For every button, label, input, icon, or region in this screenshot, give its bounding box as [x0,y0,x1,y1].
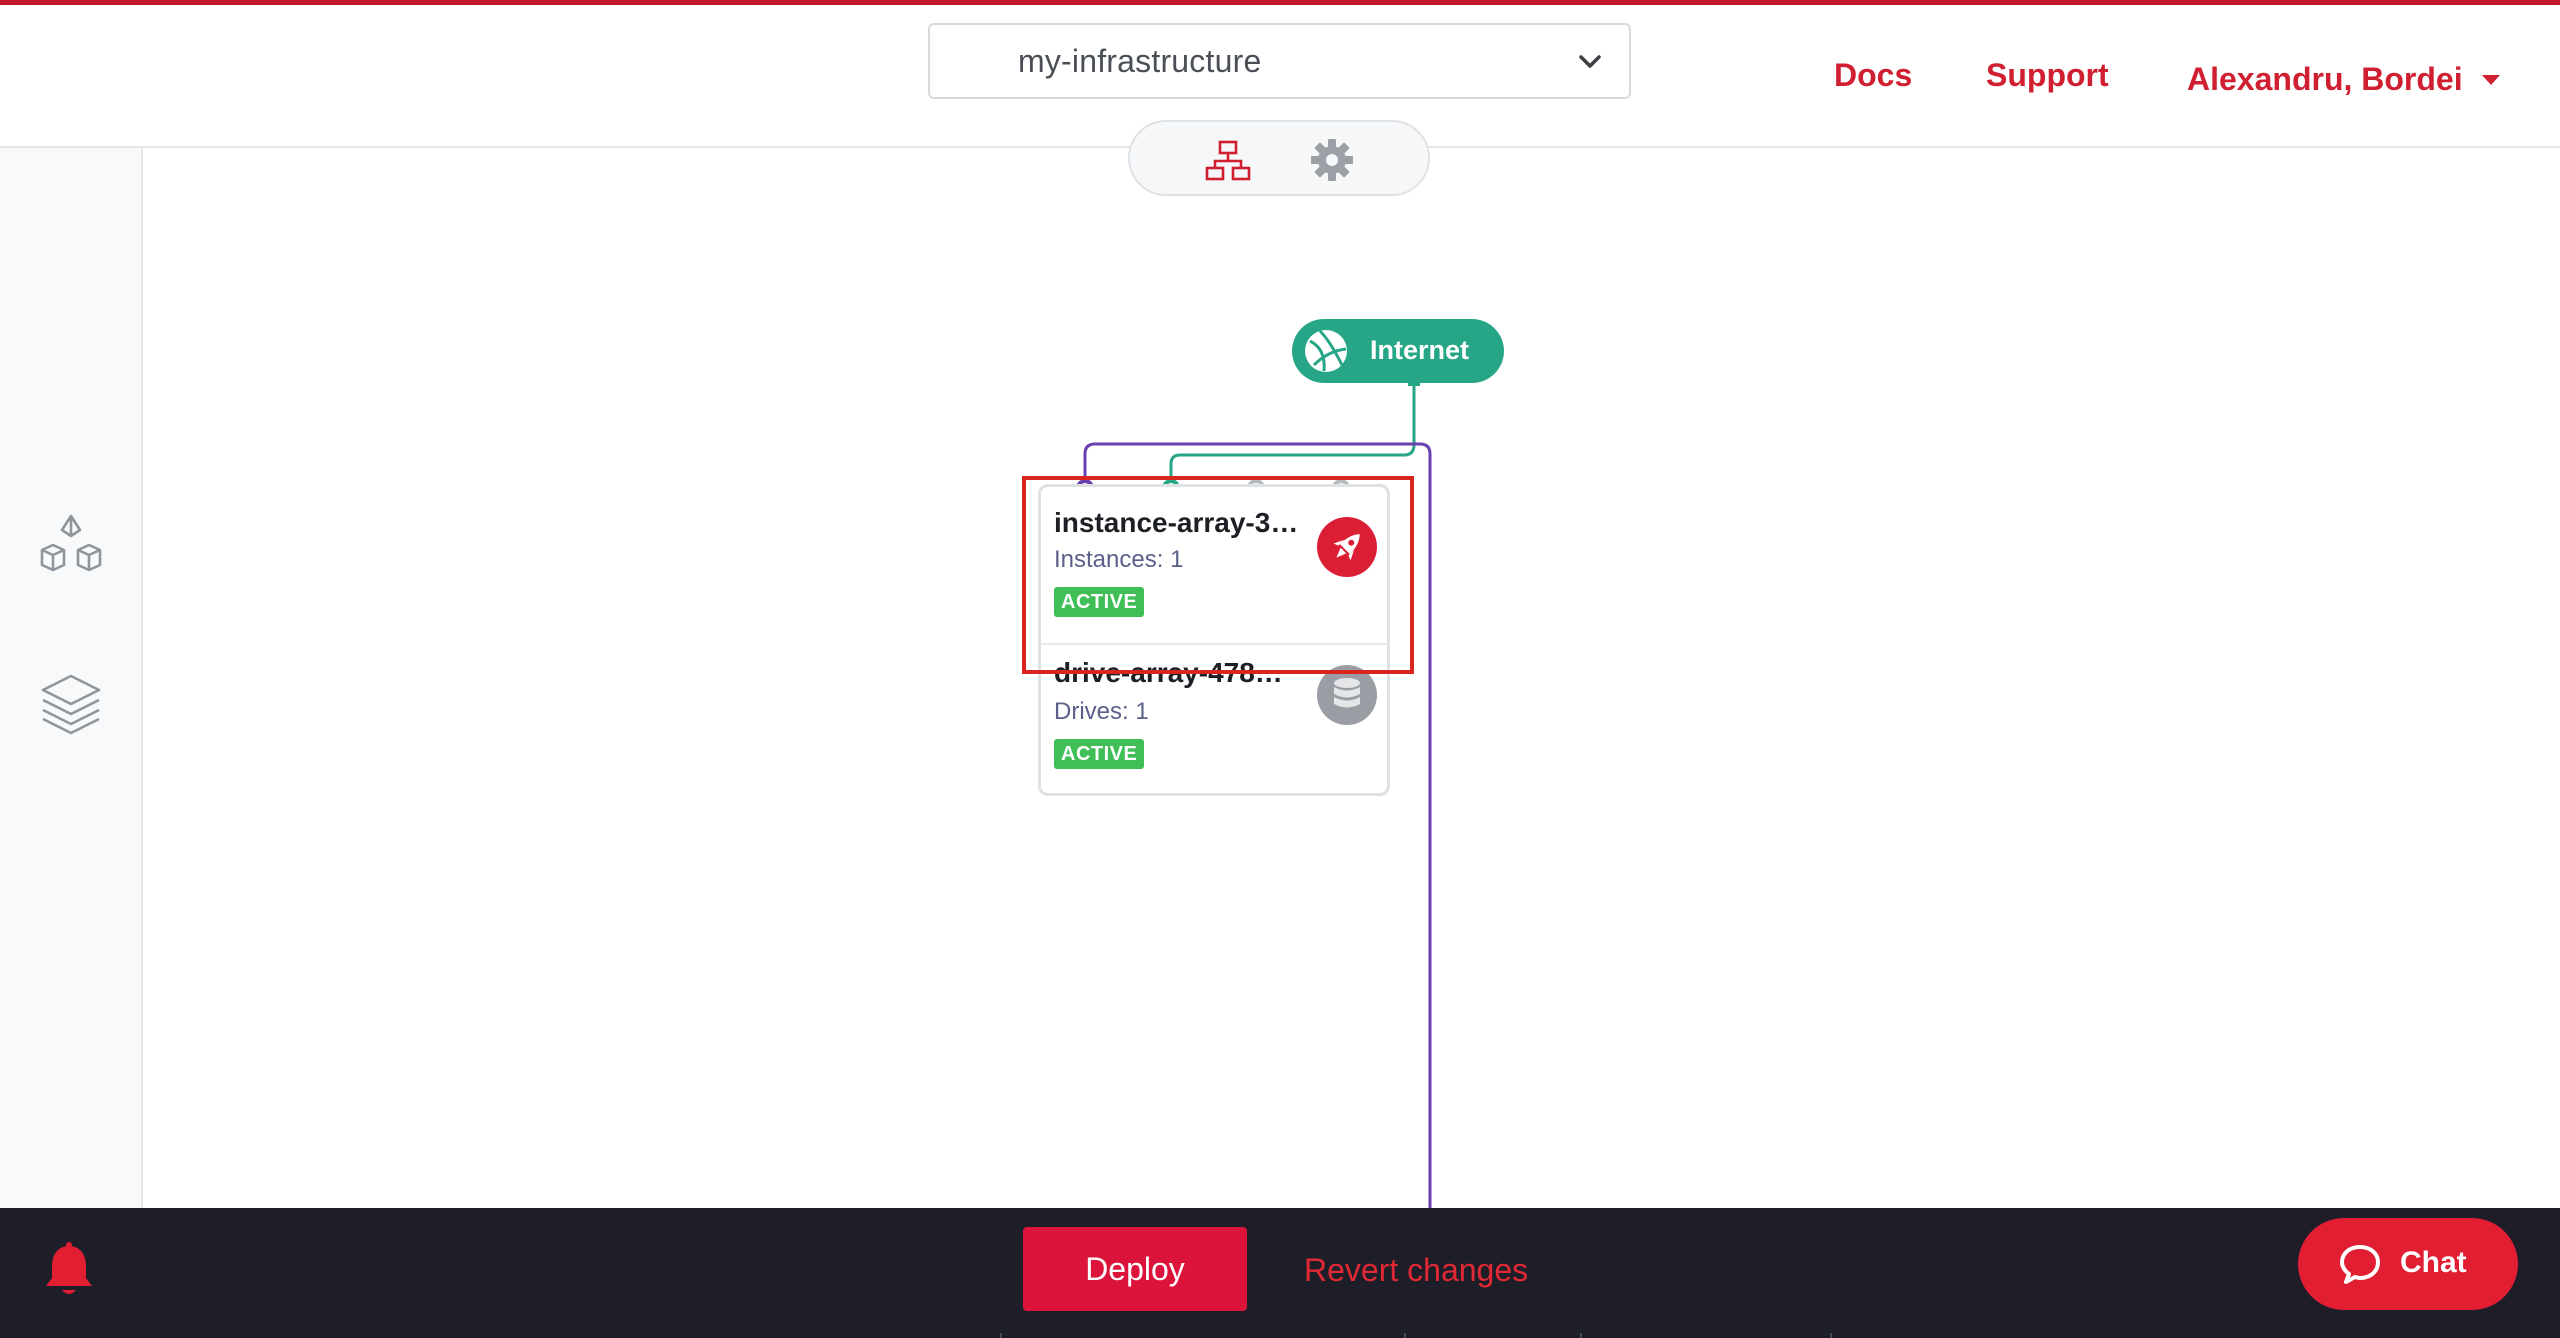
revert-changes-link[interactable]: Revert changes [1304,1252,1528,1289]
globe-icon [1305,329,1347,372]
instance-array-count: Instances: 1 [1054,546,1184,573]
footer-tick [1830,1333,1832,1338]
infrastructure-select-value: my-infrastructure [1018,42,1262,79]
chat-bubble-icon [2340,1245,2380,1284]
instance-array-section[interactable]: instance-array-3… Instances: 1 ACTIVE [1041,487,1387,643]
caret-down-icon[interactable] [2482,75,2500,85]
status-badge: ACTIVE [1054,587,1145,617]
docs-link[interactable]: Docs [1834,57,1912,94]
layers-icon[interactable] [36,668,106,738]
internet-link-line [1169,383,1416,484]
footer-tick [1580,1333,1582,1338]
database-icon[interactable] [1316,664,1378,726]
deploy-button[interactable]: Deploy [1023,1227,1247,1311]
instance-array-title: instance-array-3… [1054,507,1299,538]
internet-label: Internet [1370,335,1470,365]
app-root: my-infrastructure Docs Support Alexandru… [0,0,2560,1338]
cubes-icon[interactable] [36,510,106,580]
drive-array-title: drive-array-478… [1054,657,1283,688]
network-topology-icon[interactable] [1204,136,1252,184]
footer-bar: Deploy Revert changes Chat [0,1208,2560,1338]
rocket-icon[interactable] [1316,516,1378,578]
chat-label: Chat [2400,1246,2467,1279]
view-toggle [1128,120,1430,196]
status-badge: ACTIVE [1054,739,1145,769]
chat-button[interactable]: Chat [2298,1218,2518,1310]
support-link[interactable]: Support [1986,57,2109,94]
infrastructure-select[interactable]: my-infrastructure [928,23,1631,99]
drive-array-section[interactable]: drive-array-478… Drives: 1 ACTIVE [1041,645,1387,793]
footer-tick [1404,1333,1406,1338]
left-sidebar [0,148,143,1208]
gear-icon[interactable] [1308,136,1356,184]
chevron-down-icon [1579,55,1601,68]
footer-tick [1000,1333,1002,1338]
node-card: instance-array-3… Instances: 1 ACTIVE dr… [1038,484,1390,796]
internet-node[interactable]: Internet [1292,319,1504,383]
bell-icon[interactable] [38,1240,100,1302]
user-menu[interactable]: Alexandru, Bordei [2187,61,2463,98]
drive-array-count: Drives: 1 [1054,698,1149,725]
